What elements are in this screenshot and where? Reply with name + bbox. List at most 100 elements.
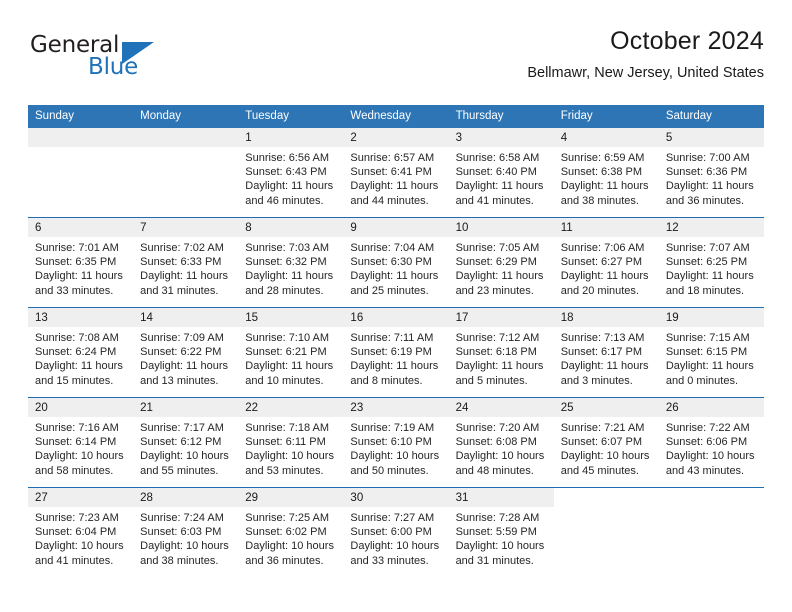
day-info-line: Sunset: 6:24 PM — [35, 346, 117, 359]
day-cell[interactable]: Sunrise: 7:11 AM Sunset: 6:19 PM Daylight:… — [343, 327, 448, 397]
day-cell[interactable]: Sunrise: 7:18 AM Sunset: 6:11 PM Daylight:… — [238, 417, 343, 487]
day-cell[interactable]: Sunrise: 7:05 AM Sunset: 6:29 PM Daylight:… — [449, 237, 554, 307]
day-cell[interactable]: Sunrise: 6:56 AM Sunset: 6:43 PM Daylight:… — [238, 147, 343, 217]
day-cell[interactable]: Sunrise: 7:07 AM Sunset: 6:25 PM Daylight:… — [659, 237, 764, 307]
day-info-line: Sunrise: 7:10 AM — [245, 332, 330, 344]
day-cell[interactable]: Sunrise: 6:59 AM Sunset: 6:38 PM Daylight:… — [554, 147, 659, 217]
day-cell-empty — [133, 147, 238, 217]
brand-logo[interactable]: General Blue — [28, 32, 218, 88]
day-info-line: and 50 minutes. — [350, 464, 429, 477]
date-number[interactable]: 6 — [28, 218, 133, 237]
date-number[interactable]: 5 — [659, 128, 764, 147]
day-cell[interactable]: Sunrise: 7:10 AM Sunset: 6:21 PM Daylight:… — [238, 327, 343, 397]
day-cell[interactable]: Sunrise: 7:23 AM Sunset: 6:04 PM Daylight:… — [28, 507, 133, 577]
day-info-line: Sunset: 6:06 PM — [665, 436, 748, 449]
day-info-line: Sunrise: 7:12 AM — [455, 332, 540, 344]
weekday-header-thursday: Thursday — [455, 110, 504, 122]
date-number[interactable]: 1 — [238, 128, 343, 147]
brand-name-blue: Blue — [88, 54, 139, 80]
day-cell[interactable]: Sunrise: 7:21 AM Sunset: 6:07 PM Daylight:… — [554, 417, 659, 487]
date-number[interactable]: 27 — [28, 488, 133, 507]
day-info-line: and 18 minutes. — [665, 284, 745, 297]
day-info-line: Daylight: 11 hours — [350, 180, 439, 193]
day-cell[interactable]: Sunrise: 7:12 AM Sunset: 6:18 PM Daylight:… — [449, 327, 554, 397]
weekday-header-tuesday: Tuesday — [245, 110, 289, 122]
date-number[interactable]: 30 — [343, 488, 448, 507]
day-info-line: Sunset: 6:22 PM — [140, 346, 222, 359]
day-cell[interactable]: Sunrise: 7:17 AM Sunset: 6:12 PM Daylight:… — [133, 417, 238, 487]
day-cell[interactable]: Sunrise: 7:15 AM Sunset: 6:15 PM Daylight:… — [659, 327, 764, 397]
date-number[interactable]: 10 — [449, 218, 554, 237]
day-cell[interactable]: Sunrise: 7:03 AM Sunset: 6:32 PM Daylight:… — [238, 237, 343, 307]
day-info-line: and 53 minutes. — [245, 464, 324, 477]
day-cell[interactable]: Sunrise: 7:08 AM Sunset: 6:24 PM Daylight:… — [28, 327, 133, 397]
date-number[interactable]: 24 — [449, 398, 554, 417]
date-number[interactable]: 11 — [554, 218, 659, 237]
day-info-line: Daylight: 10 hours — [560, 450, 650, 463]
day-cell[interactable]: Sunrise: 7:28 AM Sunset: 5:59 PM Daylight:… — [449, 507, 554, 577]
day-info-line: Daylight: 11 hours — [665, 180, 754, 193]
day-cell[interactable]: Sunrise: 7:22 AM Sunset: 6:06 PM Daylight:… — [659, 417, 764, 487]
day-info-line: and 44 minutes. — [350, 194, 429, 207]
date-number[interactable]: 15 — [238, 308, 343, 327]
date-number[interactable]: 22 — [238, 398, 343, 417]
date-number[interactable]: 16 — [343, 308, 448, 327]
day-cell[interactable]: Sunrise: 7:06 AM Sunset: 6:27 PM Daylight:… — [554, 237, 659, 307]
day-cell[interactable]: Sunrise: 7:16 AM Sunset: 6:14 PM Daylight:… — [28, 417, 133, 487]
day-info-line: Sunset: 6:00 PM — [350, 526, 432, 539]
date-number[interactable]: 2 — [343, 128, 448, 147]
day-cell[interactable]: Sunrise: 7:27 AM Sunset: 6:00 PM Daylight:… — [343, 507, 448, 577]
date-number[interactable]: 31 — [449, 488, 554, 507]
day-info-line: Sunset: 6:38 PM — [560, 166, 643, 179]
date-number[interactable]: 14 — [133, 308, 238, 327]
day-info-line: and 41 minutes. — [35, 554, 114, 567]
date-number[interactable]: 4 — [554, 128, 659, 147]
date-number[interactable]: 9 — [343, 218, 448, 237]
date-number[interactable]: 17 — [449, 308, 554, 327]
day-cell[interactable]: Sunrise: 6:57 AM Sunset: 6:41 PM Daylight:… — [343, 147, 448, 217]
day-info-line: Daylight: 10 hours — [350, 450, 440, 463]
day-detail-row: Sunrise: 7:08 AM Sunset: 6:24 PM Daylight:… — [28, 327, 764, 397]
day-info-line: Daylight: 11 hours — [455, 270, 544, 283]
date-number[interactable]: 8 — [238, 218, 343, 237]
day-cell[interactable]: Sunrise: 7:24 AM Sunset: 6:03 PM Daylight:… — [133, 507, 238, 577]
date-number[interactable]: 13 — [28, 308, 133, 327]
date-number[interactable]: 18 — [554, 308, 659, 327]
day-cell[interactable]: Sunrise: 7:01 AM Sunset: 6:35 PM Daylight:… — [28, 237, 133, 307]
day-info-line: and 31 minutes. — [140, 284, 219, 297]
day-info-line: Sunset: 6:11 PM — [245, 436, 326, 449]
calendar-grid: Sunday Monday Tuesday Wednesday Thursday Frid… — [28, 105, 764, 577]
day-cell[interactable]: Sunrise: 7:25 AM Sunset: 6:02 PM Daylight:… — [238, 507, 343, 577]
day-info-line: Sunset: 6:17 PM — [560, 346, 643, 359]
date-number[interactable]: 21 — [133, 398, 238, 417]
day-cell[interactable]: Sunrise: 6:58 AM Sunset: 6:40 PM Daylight:… — [449, 147, 554, 217]
day-info-line: and 45 minutes. — [560, 464, 639, 477]
day-cell[interactable]: Sunrise: 7:00 AM Sunset: 6:36 PM Daylight:… — [659, 147, 764, 217]
date-number-empty — [553, 488, 659, 507]
day-info-line: Daylight: 10 hours — [140, 540, 229, 553]
date-number[interactable]: 23 — [343, 398, 448, 417]
day-cell[interactable]: Sunrise: 7:19 AM Sunset: 6:10 PM Daylight:… — [343, 417, 448, 487]
date-number[interactable]: 29 — [238, 488, 343, 507]
date-number[interactable]: 28 — [133, 488, 238, 507]
day-info-line: Sunset: 6:10 PM — [350, 436, 432, 449]
day-info-line: Daylight: 11 hours — [455, 360, 544, 373]
day-info-line: Daylight: 11 hours — [350, 270, 439, 283]
day-cell[interactable]: Sunrise: 7:20 AM Sunset: 6:08 PM Daylight:… — [449, 417, 554, 487]
date-number[interactable]: 26 — [659, 398, 764, 417]
date-number-empty — [133, 128, 239, 147]
day-info-line: and 31 minutes. — [455, 554, 534, 567]
day-cell[interactable]: Sunrise: 7:02 AM Sunset: 6:33 PM Daylight:… — [133, 237, 238, 307]
date-number[interactable]: 12 — [659, 218, 764, 237]
day-info-line: Sunrise: 7:18 AM — [245, 422, 330, 434]
date-number[interactable]: 3 — [449, 128, 554, 147]
date-number[interactable]: 25 — [554, 398, 659, 417]
date-number-band: 13 14 15 16 17 18 19 — [28, 308, 764, 327]
date-number[interactable]: 20 — [28, 398, 133, 417]
date-number[interactable]: 7 — [133, 218, 238, 237]
day-info-line: Sunset: 6:32 PM — [245, 256, 327, 269]
date-number[interactable]: 19 — [659, 308, 764, 327]
day-cell[interactable]: Sunrise: 7:04 AM Sunset: 6:30 PM Daylight:… — [343, 237, 448, 307]
day-cell[interactable]: Sunrise: 7:13 AM Sunset: 6:17 PM Daylight:… — [554, 327, 659, 397]
day-cell[interactable]: Sunrise: 7:09 AM Sunset: 6:22 PM Daylight:… — [133, 327, 238, 397]
